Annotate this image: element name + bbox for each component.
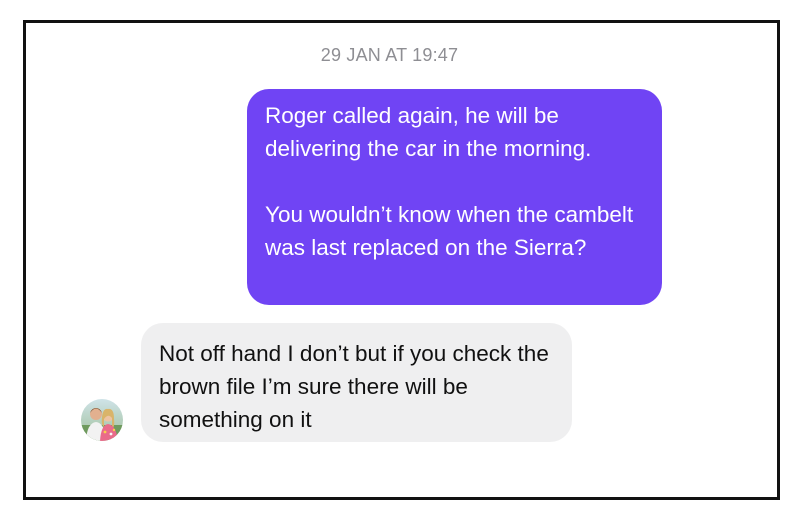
incoming-message-text: Not off hand I don’t but if you check th… <box>159 341 549 432</box>
outgoing-message-paragraph-2: You wouldn’t know when the cambelt was l… <box>265 202 634 260</box>
contact-avatar[interactable] <box>81 399 123 441</box>
incoming-message-bubble[interactable]: Not off hand I don’t but if you check th… <box>141 323 572 442</box>
message-timestamp: 29 JAN AT 19:47 <box>320 45 459 65</box>
avatar-photo-icon <box>81 399 123 441</box>
outgoing-message-bubble[interactable]: Roger called again, he will be deliverin… <box>247 89 662 305</box>
outgoing-message-paragraph-1: Roger called again, he will be deliverin… <box>265 103 592 161</box>
chat-screenshot-frame: 29 JAN AT 19:47 Roger called again, he w… <box>23 20 780 500</box>
